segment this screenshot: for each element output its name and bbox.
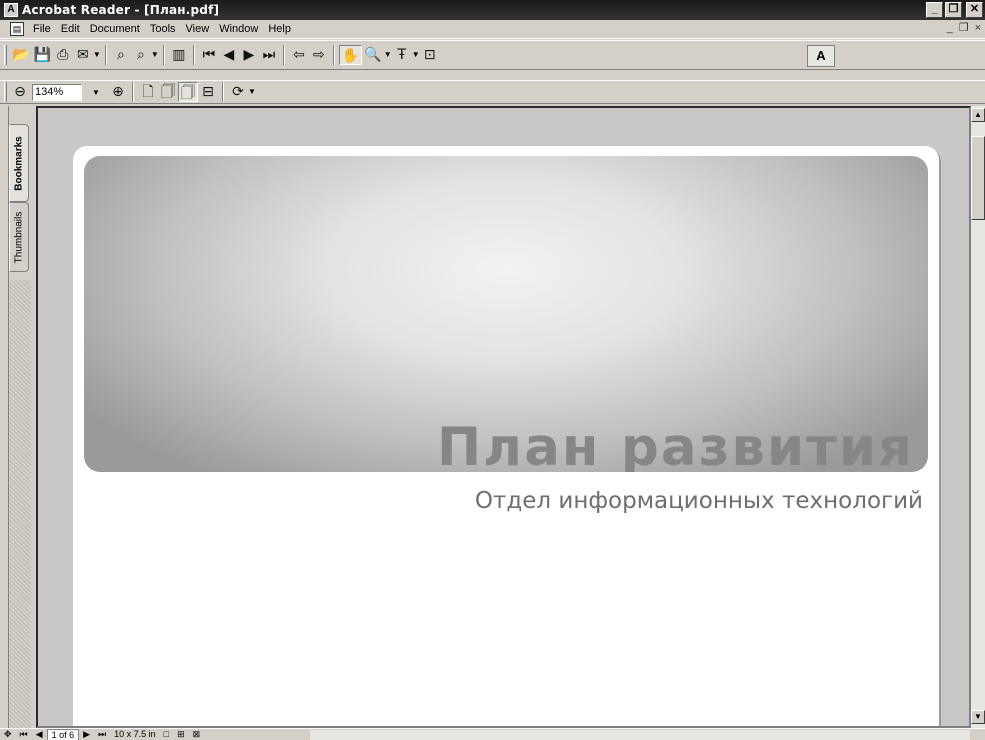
- page-size-label: 10 x 7.5 in: [114, 729, 156, 739]
- next-page-icon[interactable]: ▶: [79, 729, 94, 740]
- first-page-icon[interactable]: ⏮: [199, 45, 219, 65]
- pdf-page: План развития Отдел информационных техно…: [73, 146, 939, 726]
- title-banner: План развития: [84, 156, 928, 472]
- chevron-down-icon[interactable]: ▼: [384, 45, 392, 65]
- first-page-icon[interactable]: ⏮: [16, 729, 32, 740]
- slide-title: План развития: [436, 417, 914, 473]
- navigation-pane-icon[interactable]: ▥: [169, 45, 189, 65]
- previous-page-icon[interactable]: ◀: [32, 729, 47, 740]
- acrobat-window: A Acrobat Reader - [План.pdf] _ ❐ ✕ ▤ Fi…: [0, 0, 985, 740]
- window-controls: _ ❐ ✕: [926, 2, 983, 18]
- fit-visible-icon[interactable]: ⊟: [198, 82, 218, 102]
- vertical-scrollbar[interactable]: ▲ ▼: [971, 106, 985, 728]
- chevron-down-icon[interactable]: ▼: [90, 88, 102, 97]
- zoom-level-input[interactable]: 134%: [32, 83, 82, 101]
- document-window-controls: _ ❐ ×: [947, 20, 981, 37]
- toolbar-separator: [222, 82, 224, 102]
- status-bar: ✥ ⏮ ◀ 1 of 6 ▶ ⏭ 10 x 7.5 in □ ⊞ ⊠: [0, 728, 985, 740]
- adobe-logo-icon[interactable]: A: [807, 45, 835, 67]
- navigation-splitter[interactable]: [9, 280, 31, 728]
- fit-width-icon[interactable]: 🗍: [178, 82, 198, 102]
- email-icon[interactable]: ✉: [73, 45, 93, 65]
- page-number-field[interactable]: 1 of 6: [46, 728, 80, 740]
- close-button[interactable]: ✕: [966, 2, 983, 18]
- toolbar-grip[interactable]: [4, 82, 7, 102]
- toolbar-separator: [132, 82, 134, 102]
- fit-page-icon[interactable]: 🗍: [158, 82, 178, 102]
- next-page-icon[interactable]: ▶: [239, 45, 259, 65]
- chevron-down-icon[interactable]: ▼: [248, 82, 256, 102]
- toolbar-separator: [104, 45, 107, 65]
- single-page-icon[interactable]: □: [160, 729, 173, 740]
- horizontal-scrollbar[interactable]: [310, 730, 970, 740]
- tab-thumbnails-label: Thumbnails: [13, 211, 25, 263]
- document-viewport[interactable]: План развития Отдел информационных техно…: [36, 106, 971, 728]
- chevron-down-icon[interactable]: ▼: [93, 45, 101, 65]
- move-icon[interactable]: ✥: [0, 729, 16, 740]
- find-icon[interactable]: ⌕: [131, 45, 151, 65]
- toolbar-grip[interactable]: [4, 45, 7, 65]
- hand-tool-icon[interactable]: ✋: [338, 45, 363, 65]
- view-toolbar: ⊖ 134% ▼ ⊕ 🗋 🗍 🗍 ⊟ ⟳ ▼: [0, 80, 985, 104]
- menu-document[interactable]: Document: [85, 21, 145, 38]
- menu-help[interactable]: Help: [263, 21, 296, 38]
- text-select-icon[interactable]: Ŧ: [392, 45, 412, 65]
- title-bar: A Acrobat Reader - [План.pdf] _ ❐ ✕: [0, 0, 985, 20]
- zoom-in-icon[interactable]: ⊕: [108, 82, 128, 102]
- minimize-button[interactable]: _: [926, 2, 943, 18]
- menu-bar: ▤ File Edit Document Tools View Window H…: [0, 20, 985, 39]
- toolbar-separator: [162, 45, 165, 65]
- print-icon[interactable]: ⎙: [53, 45, 73, 65]
- save-icon[interactable]: 💾: [31, 45, 52, 65]
- continuous-icon[interactable]: ⊞: [173, 729, 189, 740]
- previous-view-icon[interactable]: ⇦: [289, 45, 309, 65]
- doc-restore-button[interactable]: ❐: [959, 20, 969, 37]
- continuous-facing-icon[interactable]: ⊠: [189, 729, 205, 740]
- menu-file[interactable]: File: [28, 21, 56, 38]
- open-icon[interactable]: 📂: [10, 45, 31, 65]
- menu-tools[interactable]: Tools: [145, 21, 181, 38]
- scroll-thumb[interactable]: [971, 136, 985, 220]
- toolbar-separator: [282, 45, 285, 65]
- menu-edit[interactable]: Edit: [56, 21, 85, 38]
- toolbar-separator: [332, 45, 335, 65]
- previous-page-icon[interactable]: ◀: [219, 45, 239, 65]
- last-page-icon[interactable]: ⏭: [94, 729, 110, 740]
- last-page-icon[interactable]: ⏭: [259, 45, 279, 65]
- scroll-down-icon[interactable]: ▼: [971, 710, 985, 724]
- menu-window[interactable]: Window: [214, 21, 263, 38]
- chevron-down-icon[interactable]: ▼: [151, 45, 159, 65]
- toolbar-separator: [192, 45, 195, 65]
- chevron-down-icon[interactable]: ▼: [412, 45, 420, 65]
- zoom-out-icon[interactable]: ⊖: [10, 82, 30, 102]
- doc-close-button[interactable]: ×: [975, 20, 981, 37]
- search-binoculars-icon[interactable]: ⌕: [111, 45, 131, 65]
- tab-thumbnails[interactable]: Thumbnails: [9, 202, 29, 272]
- menu-view[interactable]: View: [181, 21, 215, 38]
- rotate-view-icon[interactable]: ⟳: [228, 82, 248, 102]
- restore-button[interactable]: ❐: [945, 2, 962, 18]
- actual-size-icon[interactable]: 🗋: [138, 82, 158, 102]
- main-toolbar: 📂 💾 ⎙ ✉ ▼ ⌕ ⌕ ▼ ▥ ⏮ ◀ ▶ ⏭ ⇦ ⇨ ✋ 🔍 ▼ Ŧ ▼ …: [0, 40, 985, 70]
- scroll-up-icon[interactable]: ▲: [971, 108, 985, 122]
- slide-subtitle: Отдел информационных технологий: [474, 488, 923, 514]
- tab-bookmarks-label: Bookmarks: [13, 135, 25, 191]
- acrobat-app-icon[interactable]: A: [4, 3, 18, 17]
- tab-bookmarks[interactable]: Bookmarks: [9, 124, 29, 202]
- document-menu-icon[interactable]: ▤: [10, 22, 24, 36]
- window-title: Acrobat Reader - [План.pdf]: [22, 3, 220, 17]
- doc-minimize-button[interactable]: _: [947, 20, 953, 37]
- next-view-icon[interactable]: ⇨: [309, 45, 329, 65]
- zoom-in-tool-icon[interactable]: 🔍: [362, 45, 383, 65]
- snapshot-icon[interactable]: ⊡: [420, 45, 440, 65]
